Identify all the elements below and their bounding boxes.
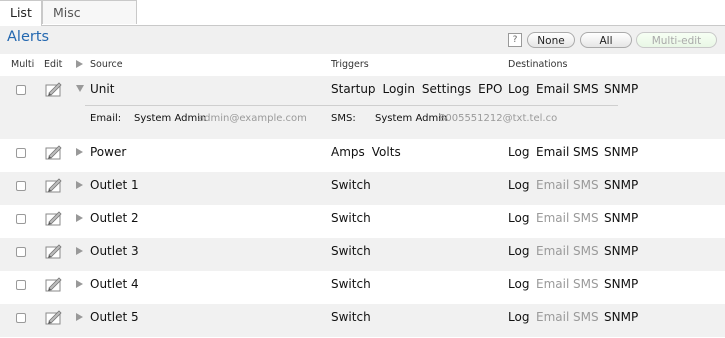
edit-pencil-icon[interactable] [45, 81, 63, 97]
tab-list[interactable]: List [0, 0, 42, 26]
email-recipient-address: admin@example.com [198, 113, 307, 124]
sms-recipient-address: 8005551212@txt.tel.co [439, 113, 558, 124]
destination-email: Email [536, 277, 570, 291]
select-checkbox[interactable] [16, 247, 26, 257]
trigger-label: Switch [331, 277, 371, 291]
destination-sms: SMS [573, 178, 599, 192]
table-row[interactable]: Outlet 3 Switch Log Email SMS SNMP [0, 238, 725, 271]
expand-arrow-icon[interactable] [76, 247, 83, 255]
column-header-destinations: Destinations [508, 59, 568, 70]
table-row[interactable]: Unit Startup Login Settings EPO Log Email SMS SN… [0, 76, 725, 139]
alerts-toolbar: Alerts ? None All Multi-edit [0, 26, 725, 54]
tab-misc-settings[interactable]: Misc Settings [42, 0, 137, 44]
destination-sms: SMS [573, 145, 599, 159]
destination-log: Log [508, 82, 530, 96]
expand-arrow-icon[interactable] [76, 214, 83, 222]
select-all-button[interactable]: All [580, 32, 632, 48]
destination-snmp: SNMP [604, 310, 639, 324]
select-checkbox[interactable] [16, 214, 26, 224]
email-label: Email: [90, 113, 122, 124]
select-checkbox[interactable] [16, 313, 26, 323]
destination-email: Email [536, 310, 570, 324]
destination-sms: SMS [573, 310, 599, 324]
trigger-label: Switch [331, 244, 371, 258]
destination-snmp: SNMP [604, 178, 639, 192]
detail-divider [85, 105, 618, 106]
destination-email: Email [536, 82, 570, 96]
sms-label: SMS: [331, 113, 356, 124]
source-label: Power [90, 145, 127, 159]
column-header-triggers: Triggers [331, 59, 369, 70]
trigger-label: EPO [478, 82, 503, 96]
edit-pencil-icon[interactable] [45, 144, 63, 160]
expand-arrow-icon[interactable] [76, 148, 83, 156]
table-row[interactable]: Outlet 4 Switch Log Email SMS SNMP [0, 271, 725, 304]
source-label: Outlet 1 [90, 178, 139, 192]
help-icon[interactable]: ? [508, 33, 522, 47]
trigger-label: Switch [331, 310, 371, 324]
trigger-label: Settings [421, 82, 472, 96]
expand-arrow-icon[interactable] [76, 181, 83, 189]
edit-pencil-icon[interactable] [45, 177, 63, 193]
select-checkbox[interactable] [16, 85, 26, 95]
column-header-source: Source [90, 59, 123, 70]
edit-pencil-icon[interactable] [45, 276, 63, 292]
table-row[interactable]: Outlet 2 Switch Log Email SMS SNMP [0, 205, 725, 238]
page-title: Alerts [7, 29, 50, 45]
destination-sms: SMS [573, 277, 599, 291]
trigger-label: Login [382, 82, 415, 96]
edit-pencil-icon[interactable] [45, 309, 63, 325]
destination-snmp: SNMP [604, 82, 639, 96]
trigger-label: Amps [331, 145, 365, 159]
destination-log: Log [508, 244, 530, 258]
expand-arrow-icon[interactable] [76, 313, 83, 321]
destination-log: Log [508, 211, 530, 225]
destination-log: Log [508, 145, 530, 159]
destination-snmp: SNMP [604, 244, 639, 258]
select-none-button[interactable]: None [527, 32, 575, 48]
destination-snmp: SNMP [604, 145, 639, 159]
destination-snmp: SNMP [604, 277, 639, 291]
destination-sms: SMS [573, 82, 599, 96]
source-label: Outlet 3 [90, 244, 139, 258]
trigger-label: Switch [331, 211, 371, 225]
destination-log: Log [508, 310, 530, 324]
destination-email: Email [536, 178, 570, 192]
source-label: Outlet 2 [90, 211, 139, 225]
source-label: Outlet 5 [90, 310, 139, 324]
table-row[interactable]: Outlet 1 Switch Log Email SMS SNMP [0, 172, 725, 205]
destination-email: Email [536, 244, 570, 258]
destination-email: Email [536, 211, 570, 225]
table-row[interactable]: Power Amps Volts Log Email SMS SNMP [0, 139, 725, 172]
destination-sms: SMS [573, 211, 599, 225]
edit-pencil-icon[interactable] [45, 243, 63, 259]
multi-edit-button[interactable]: Multi-edit [636, 32, 717, 48]
select-checkbox[interactable] [16, 148, 26, 158]
column-header-edit: Edit [44, 59, 63, 70]
table-row[interactable]: Outlet 5 Switch Log Email SMS SNMP [0, 304, 725, 337]
destination-log: Log [508, 277, 530, 291]
email-recipient-name: System Admin [134, 113, 207, 124]
edit-pencil-icon[interactable] [45, 210, 63, 226]
source-label: Outlet 4 [90, 277, 139, 291]
select-checkbox[interactable] [16, 181, 26, 191]
expand-arrow-icon[interactable] [76, 280, 83, 288]
destination-email: Email [536, 145, 570, 159]
sms-recipient-name: System Admin [375, 113, 448, 124]
trigger-label: Volts [371, 145, 401, 159]
collapse-arrow-icon[interactable] [76, 85, 84, 92]
source-label: Unit [90, 82, 115, 96]
expand-all-icon[interactable] [76, 60, 83, 68]
destination-log: Log [508, 178, 530, 192]
column-header-multi: Multi [11, 59, 35, 70]
tab-bar: List Misc Settings [0, 0, 725, 44]
trigger-label: Switch [331, 178, 371, 192]
destination-snmp: SNMP [604, 211, 639, 225]
trigger-label: Startup [331, 82, 376, 96]
destination-sms: SMS [573, 244, 599, 258]
select-checkbox[interactable] [16, 280, 26, 290]
